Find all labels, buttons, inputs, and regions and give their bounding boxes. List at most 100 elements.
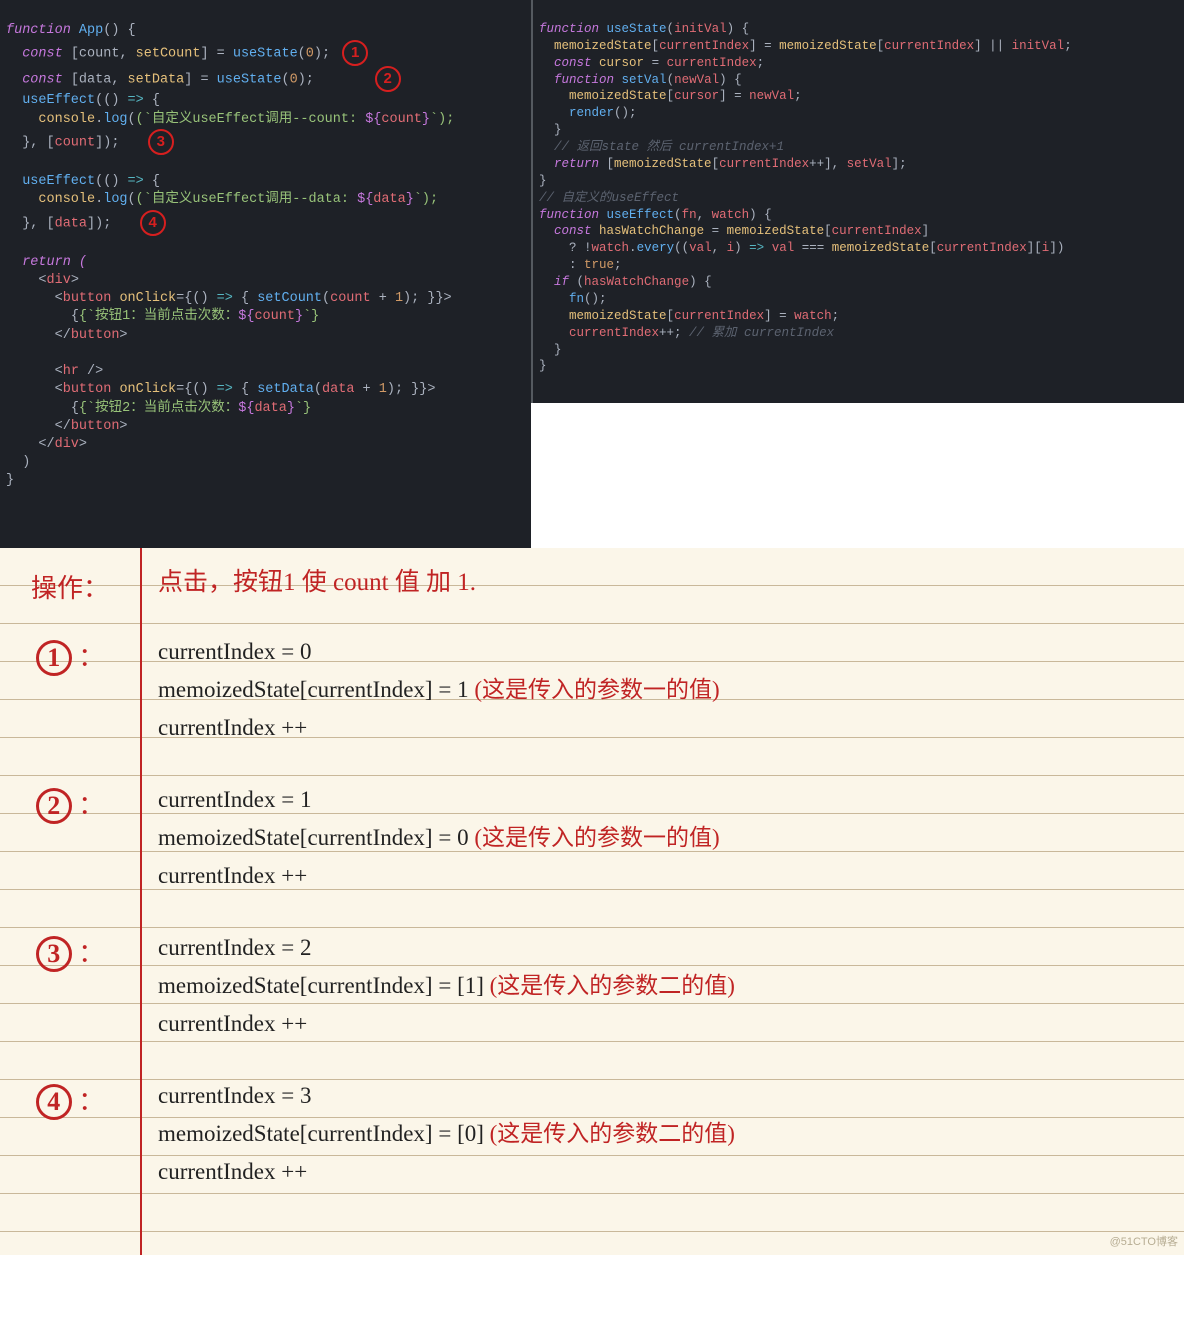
operation-label: 操作： (0, 564, 140, 605)
step-row-3: 3 ： currentIndex = 2 memoizedState[current… (0, 929, 1184, 1043)
txt: { (144, 93, 160, 108)
tag: button (71, 419, 120, 434)
var: data (322, 382, 354, 397)
code-right: function useState(initVal) { memoizedSta… (531, 0, 1184, 403)
txt: (() (95, 174, 127, 189)
txt: ; (1064, 39, 1072, 53)
txt: [ (667, 89, 675, 103)
txt: } (406, 192, 414, 207)
step-label: 3 ： (0, 929, 140, 972)
comment: // 累加 currentIndex (689, 326, 834, 340)
var: count (254, 309, 295, 324)
kw: return (554, 157, 599, 171)
txt: ; (614, 258, 622, 272)
txt: [ (929, 241, 937, 255)
var: cursor (599, 56, 644, 70)
step-body: currentIndex = 2 memoizedState[currentInd… (140, 929, 1184, 1043)
annot-2: 2 (375, 66, 401, 92)
txt: ] = (749, 39, 779, 53)
fn: log (103, 112, 127, 127)
step-row-2: 2 ：currentIndex = 1memoizedState[current… (0, 781, 1184, 895)
step-line: currentIndex ++ (158, 857, 1184, 895)
txt: ( (314, 382, 322, 397)
var: initVal (674, 22, 727, 36)
step-line: memoizedState[currentIndex] = 0 (这是传入的参数… (158, 819, 1184, 857)
step-text: currentIndex ++ (158, 1159, 307, 1184)
kw: if (554, 275, 569, 289)
step-text: currentIndex ++ (158, 1011, 307, 1036)
txt: : (569, 258, 584, 272)
var: memoizedState (554, 39, 652, 53)
txt: } (554, 123, 562, 137)
txt: ][ (1027, 241, 1042, 255)
txt (764, 241, 772, 255)
var: data (55, 216, 87, 231)
step-line: currentIndex = 1 (158, 781, 1184, 819)
num: 0 (306, 47, 314, 62)
txt: () { (103, 23, 135, 38)
step-text: memoizedState[currentIndex] = 1 (158, 677, 474, 702)
txt: ) { (749, 208, 772, 222)
txt: ; (832, 309, 840, 323)
txt: { (233, 382, 257, 397)
txt: ] (922, 224, 930, 238)
txt: } (6, 473, 14, 488)
var: memoizedState (727, 224, 825, 238)
step-label: 1 ： (0, 633, 140, 676)
step-text: memoizedState[currentIndex] = [1] (158, 973, 490, 998)
step-line: currentIndex = 3 (158, 1077, 1184, 1115)
watermark: @51CTO博客 (1110, 1233, 1178, 1249)
tag: hr (63, 364, 79, 379)
kw: function (6, 23, 71, 38)
tag: button (63, 382, 112, 397)
kw: const (554, 56, 592, 70)
step-label: 4 ： (0, 1077, 140, 1120)
var: count (330, 291, 371, 306)
var: fn (682, 208, 697, 222)
txt: ] || (974, 39, 1012, 53)
step-body: currentIndex = 0 memoizedState[currentInd… (140, 633, 1184, 747)
var: hasWatchChange (599, 224, 704, 238)
txt: === (794, 241, 832, 255)
txt: ( (569, 275, 584, 289)
step-line: memoizedState[currentIndex] = [1] (这是传入的… (158, 967, 1184, 1005)
txt: ={() (176, 291, 217, 306)
fn: useEffect (22, 174, 95, 189)
var: setVal (847, 157, 892, 171)
txt: ? ! (569, 241, 592, 255)
txt: ) (734, 241, 749, 255)
fn: setCount (257, 291, 322, 306)
step-line: currentIndex ++ (158, 1005, 1184, 1043)
step-text: currentIndex ++ (158, 715, 307, 740)
var: i (727, 241, 735, 255)
txt: ${ (238, 401, 254, 416)
txt: ={() (176, 382, 217, 397)
txt: } (422, 112, 430, 127)
var: currentIndex (832, 224, 922, 238)
step-text: currentIndex ++ (158, 863, 307, 888)
txt: [ (877, 39, 885, 53)
op: => (217, 382, 233, 397)
tag: div (55, 437, 79, 452)
txt: [data (71, 73, 112, 88)
txt: ] = (764, 309, 794, 323)
txt: } (295, 309, 303, 324)
txt: , (697, 208, 712, 222)
var: count (55, 135, 96, 150)
var: memoizedState (569, 89, 667, 103)
txt: ; (794, 89, 802, 103)
step-body: currentIndex = 1memoizedState[currentInd… (140, 781, 1184, 895)
op: => (217, 291, 233, 306)
step-circle-icon: 3 (36, 936, 72, 972)
str: `} (303, 309, 319, 324)
num: 0 (290, 73, 298, 88)
fn: render (569, 106, 614, 120)
op: => (128, 174, 144, 189)
str: {`按钮2：当前点击次数： (79, 401, 238, 416)
step-circle-icon: 4 (36, 1084, 72, 1120)
comment: // 返回state 然后 currentIndex+1 (554, 140, 784, 154)
step-line: currentIndex = 0 (158, 633, 1184, 671)
step-text: currentIndex = 2 (158, 935, 311, 960)
kw: const (554, 224, 592, 238)
txt: ); (314, 47, 330, 62)
